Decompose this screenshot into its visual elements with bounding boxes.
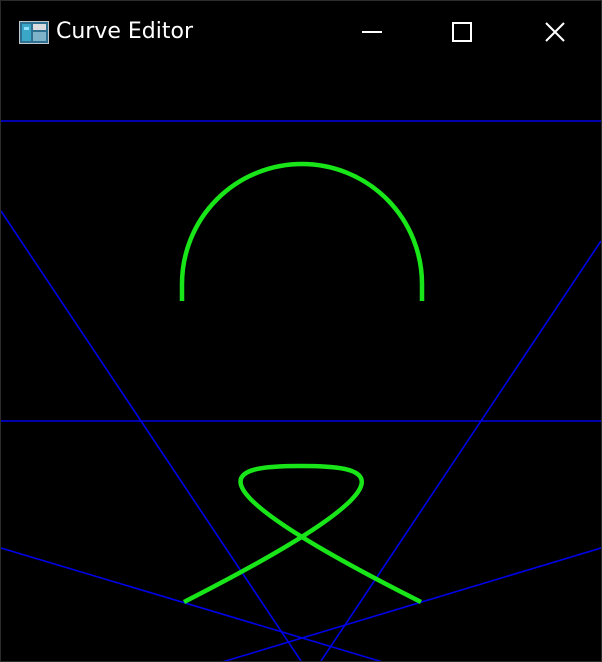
curve-editor-window: Curve Editor	[0, 0, 602, 662]
canvas-svg	[1, 120, 601, 661]
maximize-button[interactable]	[439, 1, 485, 63]
maximize-icon	[452, 22, 472, 42]
minimize-icon	[362, 31, 382, 33]
minimize-button[interactable]	[349, 1, 395, 63]
title-bar[interactable]: Curve Editor	[1, 1, 601, 63]
construction-line-right-diagonal	[320, 240, 601, 661]
construction-line-left-tangent	[1, 547, 383, 661]
app-window-icon	[19, 21, 49, 44]
drawing-canvas[interactable]	[1, 1, 601, 661]
loop-curve[interactable]	[182, 463, 423, 605]
window-title: Curve Editor	[56, 19, 194, 44]
construction-line-right-tangent	[222, 547, 601, 661]
arc-curve[interactable]	[179, 161, 425, 301]
close-button[interactable]	[532, 1, 578, 63]
close-icon	[545, 22, 565, 42]
